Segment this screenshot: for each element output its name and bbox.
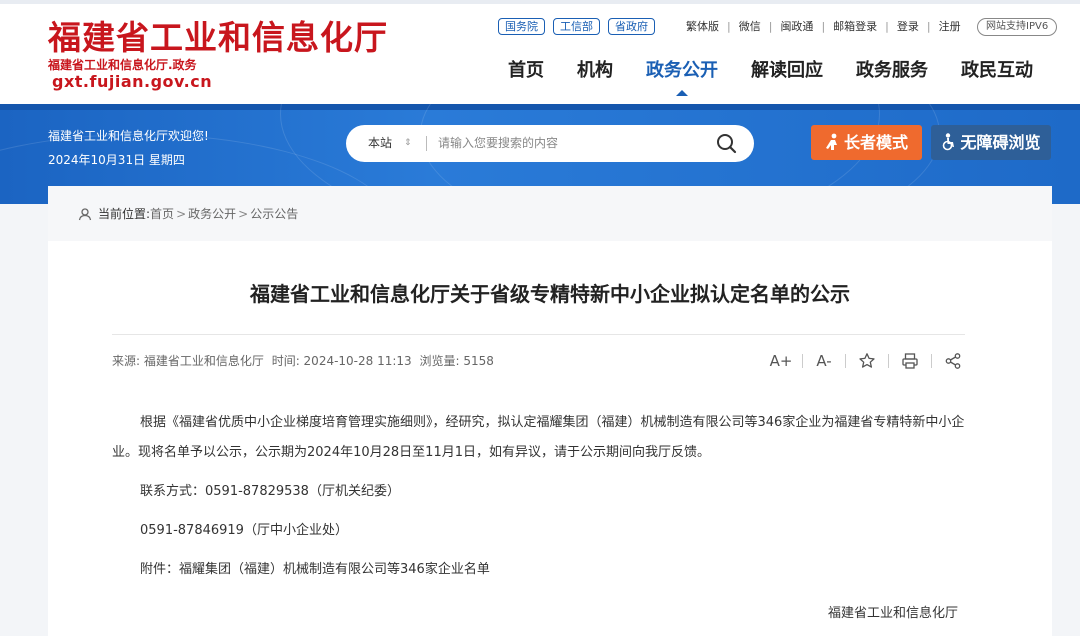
article-title: 福建省工业和信息化厅关于省级专精特新中小企业拟认定名单的公示 [250,282,850,306]
welcome-text: 福建省工业和信息化厅欢迎您! [48,129,209,143]
font-decrease-button[interactable]: A- [813,350,835,372]
nav-gov-services[interactable]: 政务服务 [856,58,928,98]
contact-line: 联系方式：0591-87829538（厅机关纪委） [140,484,400,499]
tool-separator [888,354,889,368]
article-time: 时间: 2024-10-28 11:13 [271,354,412,368]
minzhengtong-link[interactable]: 闽政通 [780,19,813,35]
nav-interaction[interactable]: 政民互动 [961,58,1033,98]
print-icon[interactable] [899,350,921,372]
font-decrease-label: A- [816,352,832,370]
font-increase-label: A+ [769,352,793,370]
wheelchair-icon [943,133,955,151]
tool-separator [845,354,846,368]
search-input[interactable] [438,133,698,153]
login-link[interactable]: 登录 [897,19,919,35]
nav-organization[interactable]: 机构 [577,58,613,98]
breadcrumb-gov-affairs[interactable]: 政务公开 [188,206,236,222]
favorite-icon[interactable] [856,350,878,372]
elder-mode-label: 长者模式 [843,133,908,152]
mail-login-link[interactable]: 邮箱登录 [833,19,877,35]
article-body: 根据《福建省优质中小企业梯度培育管理实施细则》，经研究，拟认定福耀集团（福建）机… [112,408,966,585]
breadcrumb-bar: 当前位置: 首页 > 政务公开 > 公示公告 [48,186,1052,241]
tool-separator [802,354,803,368]
current-date: 2024年10月31日 星期四 [48,153,185,167]
contact-line-2: 0591-87846919（厅中小企业处） [140,523,348,538]
location-user-icon [78,208,92,221]
breadcrumb-separator: > [238,207,249,221]
breadcrumb: 当前位置: 首页 > 政务公开 > 公示公告 [78,206,298,222]
gov-link-state-council[interactable]: 国务院 [498,18,545,35]
breadcrumb-label: 当前位置: [98,207,151,221]
gov-link-miit[interactable]: 工信部 [553,18,600,35]
article-card: 当前位置: 首页 > 政务公开 > 公示公告 福建省工业和信息化厅关于省级专精特… [48,186,1052,636]
article-meta: 来源: 福建省工业和信息化厅 时间: 2024-10-28 11:13 浏览量:… [112,353,498,369]
font-increase-button[interactable]: A+ [769,350,793,372]
article-views: 浏览量: 5158 [419,354,494,368]
article-tools: A+ A- [770,350,964,372]
article-source: 来源: 福建省工业和信息化厅 [112,354,264,368]
separator: | [885,20,889,33]
search-icon[interactable] [714,131,740,157]
search-divider [426,136,427,151]
separator: | [727,20,731,33]
breadcrumb-separator: > [176,207,187,221]
register-link[interactable]: 注册 [939,19,961,35]
ipv6-badge: 网站支持IPV6 [977,18,1058,36]
site-logo-subtitle: 福建省工业和信息化厅.政务 [48,58,197,72]
site-logo-domain: gxt.fujian.gov.cn [52,72,213,91]
wechat-link[interactable]: 微信 [739,19,761,35]
nav-gov-affairs-open[interactable]: 政务公开 [646,58,718,98]
title-divider [112,334,965,335]
separator: | [768,20,773,33]
search-scope-select[interactable]: 本站 [368,135,392,151]
nav-interpretation[interactable]: 解读回应 [751,58,823,98]
separator: | [926,20,931,33]
attachment-link[interactable]: 附件：福耀集团（福建）机械制造有限公司等346家企业名单 [112,555,966,585]
breadcrumb-home[interactable]: 首页 [150,206,174,222]
traditional-chinese-link[interactable]: 繁体版 [686,19,719,35]
share-icon[interactable] [942,350,964,372]
header-top-border [0,0,1080,4]
elder-mode-button[interactable]: 长者模式 [811,125,922,160]
nav-home[interactable]: 首页 [508,58,544,98]
separator: | [821,20,826,33]
search-box: 本站 ⇕ [346,125,754,162]
article-paragraph: 根据《福建省优质中小企业梯度培育管理实施细则》，经研究，拟认定福耀集团（福建）机… [112,415,965,460]
gov-link-province[interactable]: 省政府 [608,18,655,35]
site-logo-title[interactable]: 福建省工业和信息化厅 [48,18,388,58]
accessible-browse-label: 无障碍浏览 [960,133,1041,152]
updown-arrow-icon[interactable]: ⇕ [404,135,412,151]
gov-links: 国务院 工信部 省政府 [498,18,655,35]
utility-links: 繁体版 | 微信 | 闽政通 | 邮箱登录 | 登录 | 注册 [686,19,961,35]
accessible-browse-button[interactable]: 无障碍浏览 [931,125,1051,160]
breadcrumb-announcements[interactable]: 公示公告 [250,206,298,222]
main-nav: 首页 机构 政务公开 解读回应 政务服务 政民互动 [508,58,1033,98]
tool-separator [931,354,932,368]
site-header: 福建省工业和信息化厅 福建省工业和信息化厅.政务 gxt.fujian.gov.… [0,0,1080,104]
elder-icon [825,133,837,150]
article-signature: 福建省工业和信息化厅 [828,606,959,621]
